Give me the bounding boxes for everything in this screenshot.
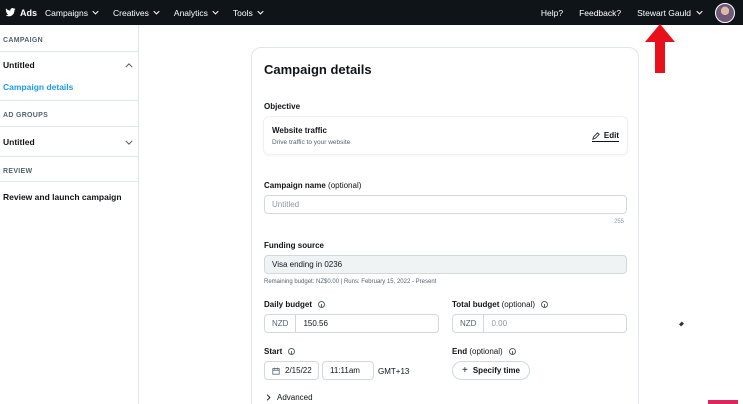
advanced-label: Advanced (277, 393, 313, 402)
start-date-input[interactable]: 2/15/22 (264, 361, 319, 380)
red-arrow-annotation (645, 24, 675, 73)
sidebar-item-campaign-details[interactable]: Campaign details (3, 82, 73, 92)
end-label: End (optional) (452, 347, 516, 356)
top-navigation-bar: Ads Campaigns Creatives Analytics Tools … (0, 0, 743, 25)
sidebar-item-review[interactable]: Review and launch campaign (3, 192, 133, 202)
end-label-text: End (452, 347, 468, 356)
end-optional: (optional) (469, 347, 503, 356)
ad-groups-section-heading: AD GROUPS (3, 112, 49, 119)
divider (0, 126, 138, 127)
calendar-icon (272, 367, 280, 375)
daily-budget-input[interactable]: NZD 150.56 (264, 314, 439, 333)
total-budget-label-text: Total budget (452, 300, 500, 309)
advanced-toggle[interactable]: Advanced (266, 393, 313, 402)
info-icon[interactable] (288, 348, 296, 355)
character-counter: 255 (614, 219, 625, 225)
total-budget-input[interactable]: NZD 0.00 (452, 314, 627, 333)
start-label-text: Start (264, 347, 283, 356)
nav-tools[interactable]: Tools (233, 8, 264, 18)
total-currency: NZD (460, 315, 485, 332)
funding-source-value: Visa ending in 0236 (272, 260, 343, 269)
main-nav: Campaigns Creatives Analytics Tools (45, 8, 278, 18)
page-title: Campaign details (264, 62, 372, 77)
bird-logo-icon (5, 8, 16, 17)
info-icon[interactable] (508, 348, 516, 355)
chevron-down-icon (92, 10, 99, 15)
brand-label: Ads (20, 7, 38, 18)
nav-analytics[interactable]: Analytics (174, 8, 219, 18)
start-date-value: 2/15/22 (285, 366, 312, 375)
daily-currency: NZD (272, 315, 297, 332)
campaign-name-optional: (optional) (328, 181, 362, 190)
campaign-name-placeholder: Untitled (272, 200, 300, 209)
daily-budget-value: 150.56 (303, 319, 328, 328)
objective-label: Objective (264, 102, 301, 111)
help-link[interactable]: Help? (541, 8, 563, 18)
edit-label: Edit (603, 131, 619, 140)
nav-campaigns[interactable]: Campaigns (45, 8, 99, 18)
objective-description: Drive traffic to your website (272, 139, 351, 146)
plus-icon: + (462, 365, 468, 376)
sidebar-item-ad-group[interactable]: Untitled (3, 137, 133, 147)
nav-tools-label: Tools (232, 7, 253, 18)
specify-time-button[interactable]: + Specify time (452, 361, 530, 380)
chevron-right-icon (266, 394, 271, 401)
edit-objective-button[interactable]: Edit (591, 131, 619, 142)
total-budget-placeholder: 0.00 (491, 319, 508, 328)
total-budget-label: Total budget (optional) (452, 300, 549, 309)
sidebar: CAMPAIGN Untitled Campaign details AD GR… (0, 25, 139, 404)
feedback-link[interactable]: Feedback? (579, 8, 621, 18)
campaign-section-heading: CAMPAIGN (3, 37, 43, 44)
specify-time-label: Specify time (472, 366, 520, 375)
chevron-down-icon (212, 10, 219, 15)
start-time-input[interactable]: 11:11am (322, 361, 374, 380)
chevron-up-icon (125, 62, 133, 67)
daily-budget-label-text: Daily budget (264, 300, 313, 309)
divider (0, 181, 138, 182)
nav-creatives-label: Creatives (113, 7, 149, 18)
info-icon[interactable] (541, 301, 549, 308)
mouse-cursor (679, 321, 684, 327)
nav-creatives[interactable]: Creatives (113, 8, 160, 18)
review-section-heading: REVIEW (3, 168, 33, 175)
sidebar-ad-group-name: Untitled (3, 137, 35, 147)
timezone-label: GMT+13 (378, 367, 410, 376)
campaign-name-label: Campaign name (optional) (264, 181, 361, 190)
pencil-icon (592, 131, 600, 140)
funding-source-label: Funding source (264, 241, 324, 250)
info-icon[interactable] (318, 301, 326, 308)
funding-source-field[interactable]: Visa ending in 0236 (264, 255, 627, 274)
ads-logo[interactable]: Ads (5, 7, 45, 18)
divider (0, 51, 138, 52)
chevron-down-icon (125, 140, 133, 145)
total-budget-optional: (optional) (501, 300, 535, 309)
account-menu[interactable]: Stewart Gauld (637, 8, 703, 18)
objective-title: Website traffic (272, 126, 327, 135)
chevron-down-icon (696, 10, 703, 15)
sidebar-review-label: Review and launch campaign (3, 192, 122, 202)
objective-box: Website traffic Drive traffic to your we… (263, 116, 628, 155)
divider (0, 100, 138, 101)
corner-overlay (708, 400, 738, 404)
sidebar-campaign-name: Untitled (3, 60, 35, 70)
user-name: Stewart Gauld (637, 7, 691, 18)
chevron-down-icon (153, 10, 160, 15)
avatar[interactable] (715, 2, 735, 23)
campaign-name-input[interactable]: Untitled (264, 195, 627, 214)
sidebar-item-campaign[interactable]: Untitled (3, 60, 133, 70)
nav-analytics-label: Analytics (173, 7, 208, 18)
start-label: Start (264, 347, 296, 356)
daily-budget-label: Daily budget (264, 300, 326, 309)
divider (0, 156, 138, 157)
campaign-name-label-text: Campaign name (264, 181, 326, 190)
right-nav: Help? Feedback? Stewart Gauld (541, 0, 743, 25)
funding-note: Remaining budget: NZ$0.00 | Runs: Februa… (264, 279, 437, 285)
nav-campaigns-label: Campaigns (45, 7, 88, 18)
start-time-value: 11:11am (330, 366, 360, 375)
campaign-details-card: Campaign details Objective Website traff… (251, 47, 639, 404)
chevron-down-icon (257, 10, 264, 15)
